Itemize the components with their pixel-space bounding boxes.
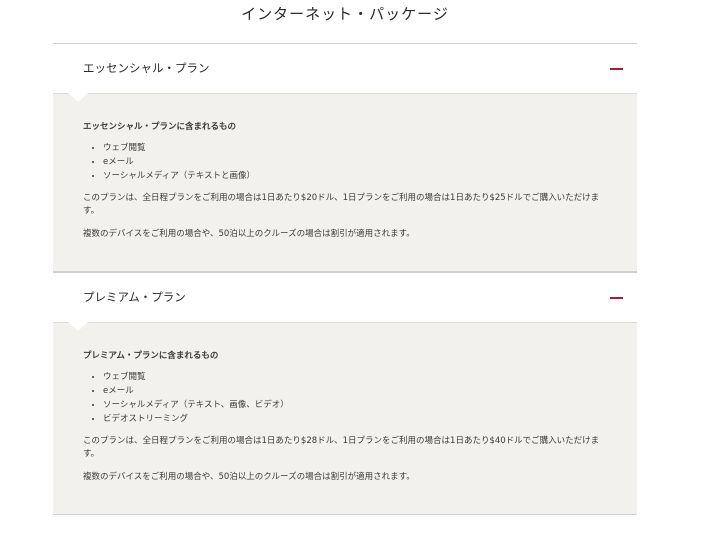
plan-title: エッセンシャル・プラン	[83, 61, 210, 75]
discount-text: 複数のデバイスをご利用の場合や、50泊以上のクルーズの場合は割引が適用されます。	[83, 472, 415, 482]
collapse-icon[interactable]	[610, 297, 623, 299]
list-item: eメール	[83, 155, 607, 169]
includes-heading: プレミアム・プランに含まれるもの	[83, 351, 219, 361]
list-item: eメール	[83, 384, 607, 398]
plan-details-premium: プレミアム・プランに含まれるもの ウェブ閲覧 eメール ソーシャルメディア（テキ…	[53, 322, 637, 515]
panel-notch	[68, 93, 88, 102]
feature-list: ウェブ閲覧 eメール ソーシャルメディア（テキスト、画像、ビデオ） ビデオストリ…	[83, 370, 607, 426]
feature-list: ウェブ閲覧 eメール ソーシャルメディア（テキストと画像）	[83, 141, 607, 183]
pricing-text: このプランは、全日程プランをご利用の場合は1日あたり$28ドル、1日プランをご利…	[83, 436, 600, 459]
plans-accordion: エッセンシャル・プラン エッセンシャル・プランに含まれるもの ウェブ閲覧 eメー…	[53, 43, 637, 515]
plan-details-essential: エッセンシャル・プランに含まれるもの ウェブ閲覧 eメール ソーシャルメディア（…	[53, 93, 637, 271]
list-item: ソーシャルメディア（テキスト、画像、ビデオ）	[83, 398, 607, 412]
plan-header-essential[interactable]: エッセンシャル・プラン	[53, 44, 637, 93]
collapse-icon[interactable]	[610, 68, 623, 70]
plan-section-premium: プレミアム・プラン プレミアム・プランに含まれるもの ウェブ閲覧 eメール ソー…	[53, 273, 637, 515]
page-title: インターネット・パッケージ	[241, 5, 449, 23]
discount-text: 複数のデバイスをご利用の場合や、50泊以上のクルーズの場合は割引が適用されます。	[83, 229, 415, 239]
includes-heading: エッセンシャル・プランに含まれるもの	[83, 122, 237, 132]
list-item: ウェブ閲覧	[83, 141, 607, 155]
panel-notch	[68, 322, 88, 331]
pricing-text: このプランは、全日程プランをご利用の場合は1日あたり$20ドル、1日プランをご利…	[83, 193, 600, 216]
list-item: ウェブ閲覧	[83, 370, 607, 384]
plan-section-essential: エッセンシャル・プラン エッセンシャル・プランに含まれるもの ウェブ閲覧 eメー…	[53, 43, 637, 271]
plan-title: プレミアム・プラン	[83, 290, 186, 304]
list-item: ビデオストリーミング	[83, 412, 607, 426]
list-item: ソーシャルメディア（テキストと画像）	[83, 169, 607, 183]
plan-header-premium[interactable]: プレミアム・プラン	[53, 273, 637, 322]
